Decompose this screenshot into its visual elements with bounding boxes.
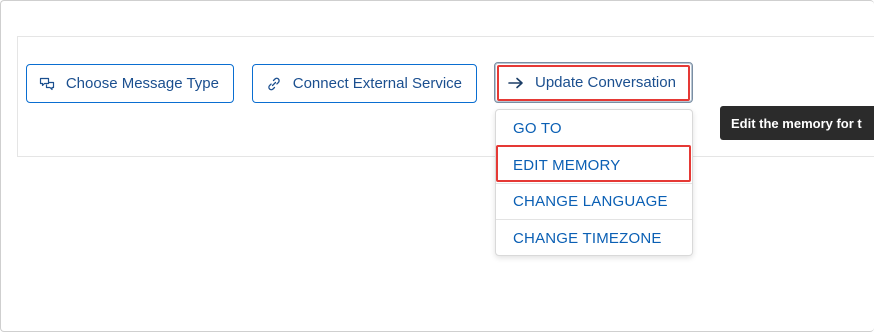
tooltip-text: Edit the memory for t (731, 115, 862, 131)
menu-item-edit-memory[interactable]: EDIT MEMORY (496, 147, 692, 184)
connect-external-service-label: Connect External Service (292, 75, 462, 92)
link-icon (265, 75, 283, 93)
choose-message-type-label: Choose Message Type (65, 75, 219, 92)
menu-item-change-language[interactable]: CHANGE LANGUAGE (496, 183, 692, 220)
arrow-right-icon (507, 74, 525, 92)
menu-item-go-to[interactable]: GO TO (496, 110, 692, 147)
connect-external-service-button[interactable]: Connect External Service (252, 64, 477, 103)
menu-item-change-timezone[interactable]: CHANGE TIMEZONE (496, 220, 692, 257)
menu-item-label: GO TO (513, 120, 562, 137)
update-conversation-label: Update Conversation (535, 74, 676, 91)
menu-item-label: CHANGE LANGUAGE (513, 192, 668, 210)
edit-memory-tooltip: Edit the memory for t (720, 106, 874, 140)
update-conversation-menu: GO TO EDIT MEMORY CHANGE LANGUAGE CHANGE… (495, 109, 693, 256)
choose-message-type-button[interactable]: Choose Message Type (26, 64, 234, 103)
update-conversation-button[interactable]: Update Conversation (494, 62, 693, 103)
menu-item-label: CHANGE TIMEZONE (513, 230, 662, 247)
menu-item-label: EDIT MEMORY (513, 156, 621, 174)
chat-bubbles-icon (39, 75, 56, 93)
